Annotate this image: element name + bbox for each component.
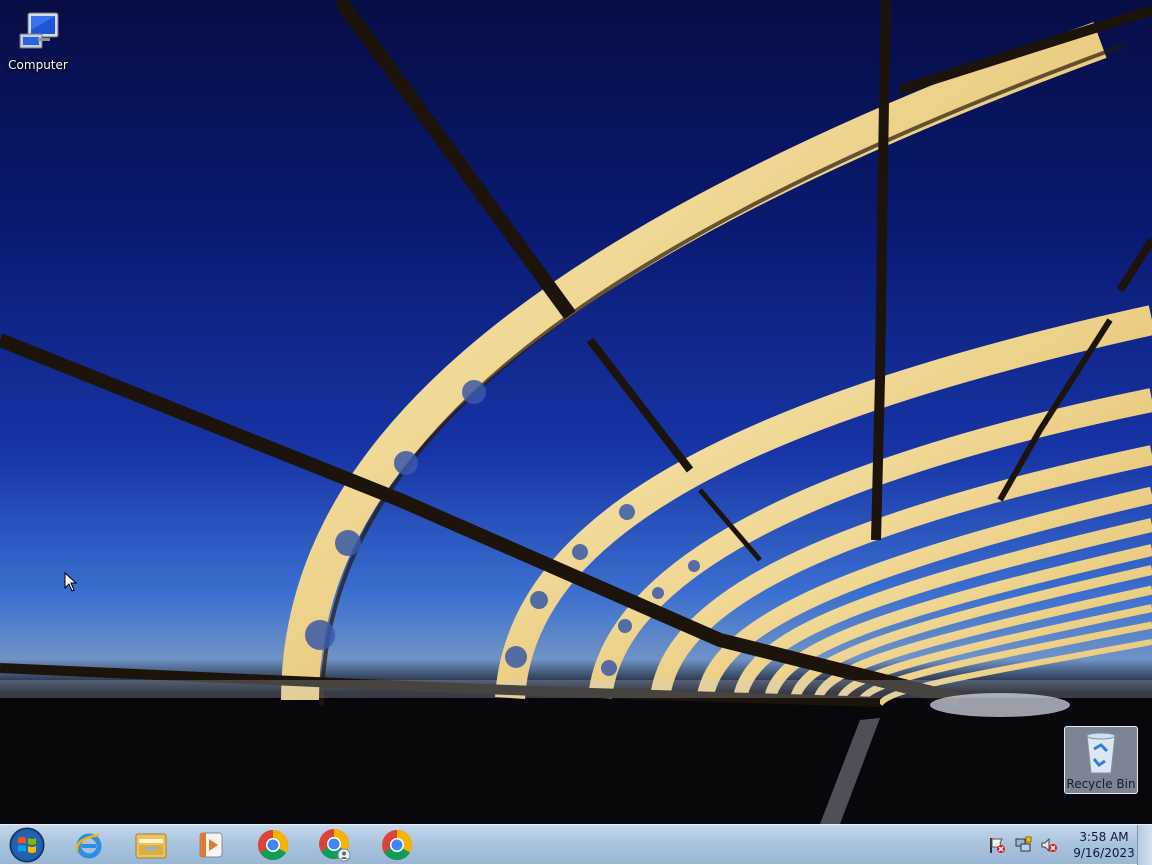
network-icon	[1015, 836, 1032, 852]
taskbar-media-player[interactable]	[184, 827, 238, 863]
wallpaper-image	[0, 0, 1152, 824]
action-center-flag-icon	[990, 838, 1005, 853]
clock-time: 3:58 AM	[1079, 830, 1129, 844]
volume-muted-icon	[1041, 837, 1057, 853]
computer-icon	[19, 12, 59, 49]
taskbar-clock[interactable]: 3:58 AM 9/16/2023	[1072, 829, 1136, 861]
internet-explorer-icon	[75, 833, 102, 859]
recycle-bin-icon	[1086, 732, 1116, 774]
tray-action-center[interactable]	[987, 835, 1007, 855]
chrome-icon	[382, 830, 413, 861]
taskbar-file-explorer[interactable]	[124, 827, 178, 863]
show-desktop-button[interactable]	[1137, 825, 1152, 865]
taskbar-chrome-profile[interactable]	[308, 827, 362, 863]
chrome-icon	[257, 830, 289, 861]
system-tray: 3:58 AM 9/16/2023	[984, 825, 1136, 865]
windows-logo-icon	[9, 827, 45, 863]
desktop-icon-label: Recycle Bin	[1066, 777, 1136, 791]
taskbar: 3:58 AM 9/16/2023	[0, 824, 1152, 865]
file-explorer-icon	[135, 833, 167, 859]
tray-volume[interactable]	[1039, 835, 1059, 855]
desktop-icon-recycle-bin[interactable]: Recycle Bin	[1064, 726, 1138, 794]
desktop-icon-computer[interactable]: Computer	[0, 8, 76, 72]
media-player-icon	[199, 832, 223, 858]
mouse-cursor-icon	[64, 572, 78, 592]
taskbar-chrome[interactable]	[370, 827, 424, 863]
taskbar-chrome[interactable]	[246, 827, 300, 863]
taskbar-internet-explorer[interactable]	[62, 827, 116, 863]
clock-date: 9/16/2023	[1073, 846, 1135, 860]
start-button[interactable]	[2, 827, 52, 863]
tray-network[interactable]	[1013, 835, 1033, 855]
chrome-profile-icon	[319, 829, 351, 862]
desktop: Computer Recycle Bin	[0, 0, 1152, 824]
desktop-icon-label: Computer	[8, 58, 68, 72]
